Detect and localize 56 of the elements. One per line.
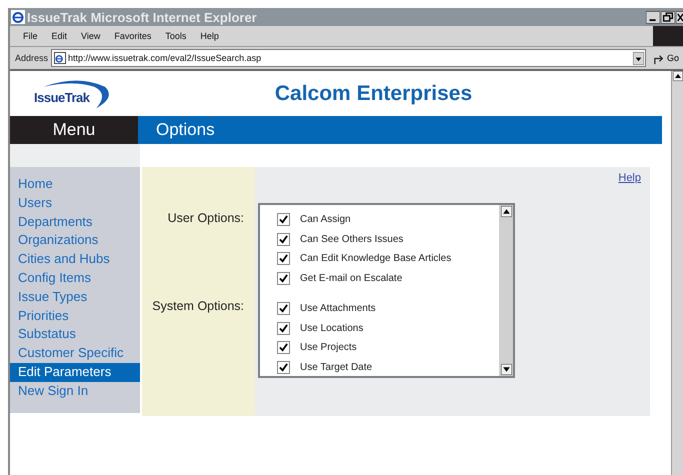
throbber-panel	[653, 26, 683, 46]
help-link[interactable]: Help	[618, 172, 641, 184]
scroll-up-icon[interactable]	[672, 71, 682, 81]
option-label: Can See Others Issues	[300, 234, 404, 245]
sidebar-link[interactable]: Issue Types	[10, 288, 140, 307]
browser-icon	[11, 10, 25, 24]
window-title: IssueTrak Microsoft Internet Explorer	[27, 10, 258, 24]
menu-item[interactable]: Favorites	[107, 31, 158, 41]
option-label: Use Target Date	[300, 362, 372, 373]
menu-item[interactable]: Tools	[158, 31, 194, 41]
checkbox[interactable]	[277, 213, 290, 226]
checkbox[interactable]	[277, 232, 290, 246]
option-label: Can Edit Knowledge Base Articles	[300, 253, 452, 264]
scroll-down-icon[interactable]	[500, 364, 512, 375]
menu-item[interactable]: Edit	[44, 31, 74, 41]
sidebar-link[interactable]: Home	[10, 175, 140, 194]
menu-heading: Menu	[10, 116, 138, 144]
sidebar-link[interactable]: Organizations	[10, 231, 140, 250]
option-label: Can Assign	[300, 214, 351, 226]
checkbox[interactable]	[277, 272, 290, 285]
sidebar-link[interactable]: Substatus	[10, 325, 140, 344]
checkbox[interactable]	[277, 322, 290, 335]
group-label: System Options:	[152, 299, 244, 313]
sidebar-link[interactable]: Priorities	[10, 306, 140, 326]
menu-item[interactable]: File	[16, 31, 45, 41]
scroll-up-icon[interactable]	[500, 206, 512, 217]
sidebar-link[interactable]: New Sign In	[10, 382, 140, 401]
sidebar-link[interactable]: Config Items	[10, 268, 140, 288]
checkbox[interactable]	[277, 360, 290, 374]
logo: IssueTrak	[26, 76, 146, 112]
sidebar-link[interactable]: Edit Parameters	[10, 362, 140, 382]
option-label: Use Projects	[300, 342, 357, 354]
section-heading: Options	[138, 116, 662, 144]
checkbox[interactable]	[277, 341, 290, 354]
scrollbar[interactable]	[499, 205, 513, 376]
group-label: User Options:	[168, 211, 244, 225]
sidebar-link[interactable]: Customer Specific	[10, 344, 140, 363]
menu-item[interactable]: Help	[193, 31, 226, 41]
close-icon[interactable]	[676, 10, 683, 24]
options-list[interactable]: Can Assign Can See Others Issues Can Edit Knowledge Base Articles Get E-mail on Escalate Use Attachments Use Locations Use Projects Use Target Date	[258, 203, 515, 378]
address-field[interactable]: http://www.issuetrak.com/eval2/IssueSearch.asp	[51, 49, 646, 67]
option-label: Get E-mail on Escalate	[300, 272, 402, 284]
option-label: Use Locations	[300, 322, 364, 334]
option-label: Use Attachments	[300, 303, 376, 314]
address-label: Address	[15, 53, 48, 63]
page-icon	[54, 52, 66, 64]
sidebar-link[interactable]: Users	[10, 194, 140, 213]
checkbox[interactable]	[277, 252, 290, 266]
menu-item[interactable]: View	[74, 31, 108, 41]
minimize-icon[interactable]	[646, 10, 660, 24]
checkbox[interactable]	[277, 302, 290, 316]
caret-icon[interactable]	[632, 52, 644, 64]
sidebar-link[interactable]: Cities and Hubs	[10, 250, 140, 269]
sidebar-link[interactable]: Departments	[10, 212, 140, 232]
company-title: Calcom Enterprises	[274, 82, 474, 106]
page-scrollbar[interactable]	[671, 71, 683, 475]
